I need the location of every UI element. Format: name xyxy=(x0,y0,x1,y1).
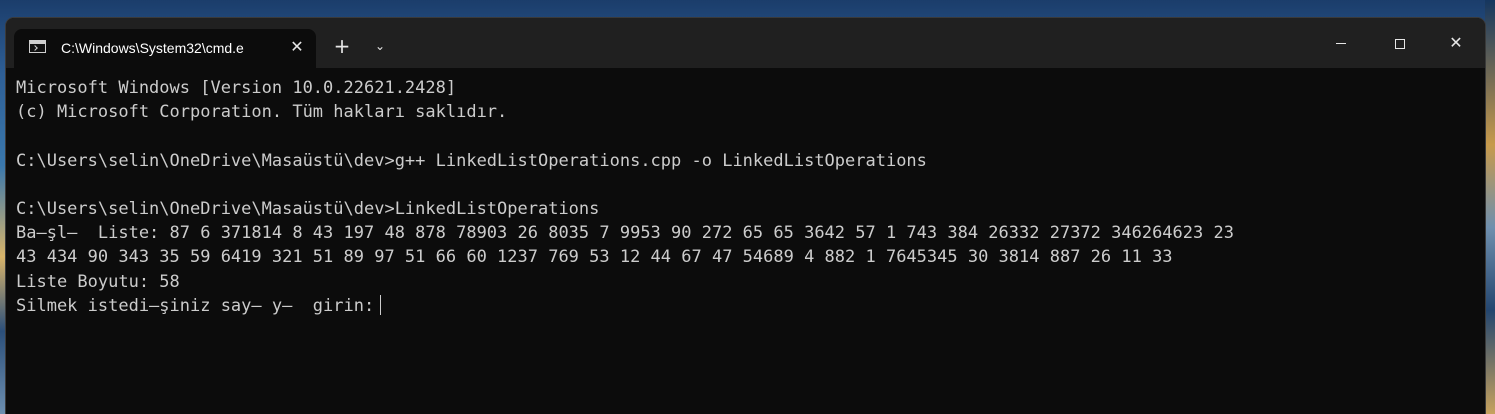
console-tab[interactable]: C:\Windows\System32\cmd.e ✕ xyxy=(14,29,316,68)
text-cursor xyxy=(380,294,382,315)
tab-dropdown-button[interactable]: ⌄ xyxy=(368,33,392,59)
tab-title: C:\Windows\System32\cmd.e xyxy=(61,40,244,56)
close-window-button[interactable]: ✕ xyxy=(1433,26,1479,60)
console-line: 43 434 90 343 35 59 6419 321 51 89 97 51… xyxy=(16,247,1173,268)
console-line: Liste Boyutu: 58 xyxy=(16,271,180,292)
title-bar[interactable]: C:\Windows\System32\cmd.e ✕ + ⌄ ✕ xyxy=(6,18,1485,68)
console-prompt-line[interactable]: Silmek istedi—şiniz say— y— girin: xyxy=(16,294,1466,318)
minimize-button[interactable] xyxy=(1318,26,1364,60)
console-line: C:\Users\selin\OneDrive\Masaüstü\dev>g++… xyxy=(16,150,927,171)
new-tab-button[interactable]: + xyxy=(329,33,355,59)
console-prompt-text: Silmek istedi—şiniz say— y— girin: xyxy=(16,295,375,316)
console-line: Microsoft Windows [Version 10.0.22621.24… xyxy=(16,78,457,98)
maximize-button[interactable] xyxy=(1377,26,1423,60)
console-icon xyxy=(29,40,46,53)
command-prompt-window: C:\Windows\System32\cmd.e ✕ + ⌄ ✕ Micros… xyxy=(6,18,1485,414)
maximize-icon xyxy=(1395,38,1405,49)
minimize-icon xyxy=(1336,43,1346,44)
console-line: C:\Users\selin\OneDrive\Masaüstü\dev>Lin… xyxy=(16,198,600,219)
close-tab-button[interactable]: ✕ xyxy=(284,34,310,60)
desktop-wallpaper-edge xyxy=(1485,0,1495,414)
console-output[interactable]: Microsoft Windows [Version 10.0.22621.24… xyxy=(16,76,1466,406)
console-line: (c) Microsoft Corporation. Tüm hakları s… xyxy=(16,102,508,123)
console-line: Ba—şl— Liste: 87 6 371814 8 43 197 48 87… xyxy=(16,223,1234,244)
